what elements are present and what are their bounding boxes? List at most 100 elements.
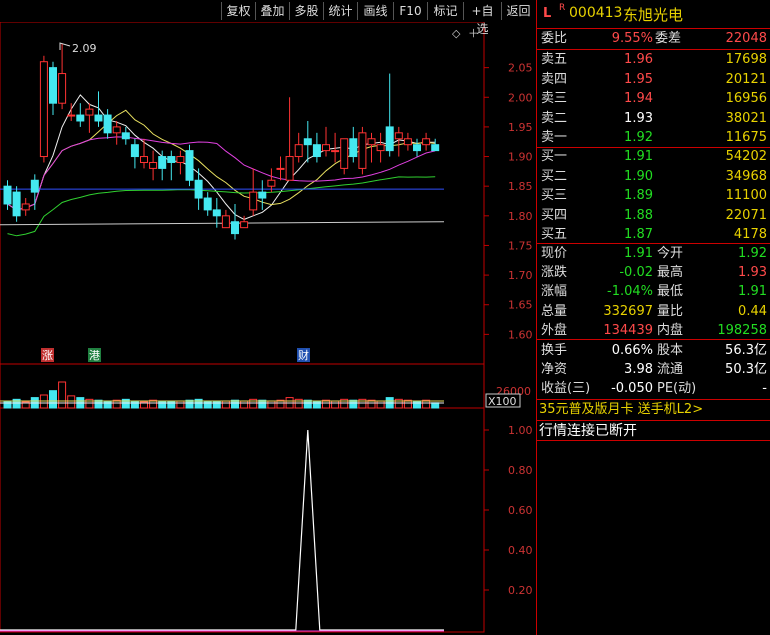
candle-body <box>422 138 431 146</box>
volume-bar <box>158 400 167 409</box>
statistics-button[interactable]: 统计 <box>323 2 357 20</box>
candle-body <box>303 138 312 146</box>
f10-button[interactable]: F10 <box>393 2 427 20</box>
candle-body <box>149 161 158 169</box>
volume-bar <box>130 400 139 409</box>
candle-body <box>431 144 440 152</box>
volume-bar <box>58 381 67 409</box>
price-tick-label: 1.90 <box>508 151 533 164</box>
bid-label: 买四 <box>541 207 568 223</box>
tag-financial: 财 <box>298 348 309 362</box>
bid-volume: 34968 <box>725 168 767 184</box>
ask-volume: 20121 <box>725 71 767 87</box>
candle-body <box>103 114 112 134</box>
back-button[interactable]: 返回 <box>501 2 535 20</box>
candle-body <box>221 215 230 229</box>
candle-body <box>76 114 85 122</box>
volume-bar <box>221 400 230 409</box>
candle-body <box>331 150 340 153</box>
add-watchlist-button[interactable]: +自选 <box>463 2 501 36</box>
indicator-line <box>0 429 444 631</box>
fin-value: 50.3亿 <box>725 362 767 378</box>
ask-volume: 11675 <box>725 130 767 146</box>
price-tick-label: 1.75 <box>508 239 533 252</box>
candle-body <box>358 132 367 169</box>
candle-body <box>130 144 139 158</box>
volume-bar <box>67 395 76 409</box>
volume-bar <box>431 402 440 409</box>
volume-bar <box>203 400 212 409</box>
stat-label: 今开 <box>657 246 684 261</box>
fuquan-button[interactable]: 复权 <box>221 2 255 20</box>
divider <box>537 339 770 340</box>
candle-body <box>30 179 39 193</box>
stock-name: 东旭光电 <box>623 6 684 24</box>
tag-limit-up: 涨 <box>42 349 53 362</box>
ask-label: 卖五 <box>541 52 568 67</box>
stat-value: 332697 <box>603 303 653 319</box>
price-tick-label: 1.65 <box>508 299 533 312</box>
price-tick-label: 1.85 <box>508 180 533 193</box>
stat-label: 现价 <box>541 246 568 261</box>
promo-link[interactable]: 35元普及版月卡 送手机L2> <box>539 400 703 420</box>
divider <box>537 440 770 441</box>
stat-label: 内盘 <box>657 322 684 338</box>
bid-volume: 22071 <box>725 207 767 223</box>
stat-value: 198258 <box>717 322 767 338</box>
bid-price: 1.89 <box>624 188 653 204</box>
ask-price: 1.94 <box>624 91 653 107</box>
stat-label: 量比 <box>657 303 684 319</box>
candle-body <box>258 191 267 199</box>
volume-unit-label: X100 <box>488 395 517 408</box>
ask-label: 卖三 <box>541 91 568 107</box>
stat-value: 1.91 <box>624 246 653 261</box>
quote-header: L R 000413 东旭光电 <box>537 0 770 29</box>
candle-body <box>394 132 403 140</box>
candle-body <box>39 61 48 158</box>
volume-bar <box>49 390 57 409</box>
fin-value: 56.3亿 <box>725 343 767 358</box>
fin-label: 换手 <box>541 343 568 358</box>
overlay-button[interactable]: 叠加 <box>255 2 289 20</box>
candle-body <box>176 156 185 163</box>
price-tick-label: 1.95 <box>508 121 533 134</box>
price-tick-label: 1.70 <box>508 269 533 282</box>
ask-volume: 17698 <box>725 52 767 67</box>
multi-stock-button[interactable]: 多股 <box>289 2 323 20</box>
candle-body <box>94 114 103 122</box>
volume-bar <box>103 400 112 409</box>
candle-body <box>167 156 176 163</box>
ask-label: 卖一 <box>541 130 568 146</box>
volume-bar <box>331 400 340 409</box>
mark-button[interactable]: 标记 <box>427 2 463 20</box>
indicator-tick-label: 0.40 <box>508 544 533 557</box>
bid-volume: 54202 <box>725 149 767 164</box>
ask-price: 1.96 <box>624 52 653 67</box>
candle-body <box>403 138 412 146</box>
bid-volume: 11100 <box>725 188 767 204</box>
candle-body <box>112 126 121 134</box>
draw-line-button[interactable]: 画线 <box>357 2 393 20</box>
ask-label: 卖四 <box>541 71 568 87</box>
kline-chart[interactable]: ◇ ＋2.052.001.951.901.851.801.751.701.651.… <box>0 0 536 635</box>
indicator-tick-label: 0.20 <box>508 584 533 597</box>
stat-label: 最高 <box>657 265 684 281</box>
bid-price: 1.88 <box>624 207 653 223</box>
candle-body <box>12 191 21 217</box>
fin-value: 0.66% <box>611 343 653 358</box>
chart-toolbar: 复权 叠加 多股 统计 画线 F10 标记 +自选 返回 <box>0 0 536 36</box>
candle-body <box>58 73 67 104</box>
candle-body <box>267 179 276 187</box>
candle-body <box>21 203 30 211</box>
candle-body <box>49 67 57 104</box>
candle-body <box>413 144 421 152</box>
bid-price: 1.91 <box>624 149 653 164</box>
candle-body <box>240 221 249 229</box>
candle-body <box>194 179 203 199</box>
price-tick-label: 1.60 <box>508 328 533 341</box>
stat-label: 外盘 <box>541 322 568 338</box>
stat-label: 涨跌 <box>541 265 568 281</box>
candle-body <box>140 156 148 163</box>
volume-bar <box>176 400 185 409</box>
stock-code: 000413 <box>569 5 623 21</box>
